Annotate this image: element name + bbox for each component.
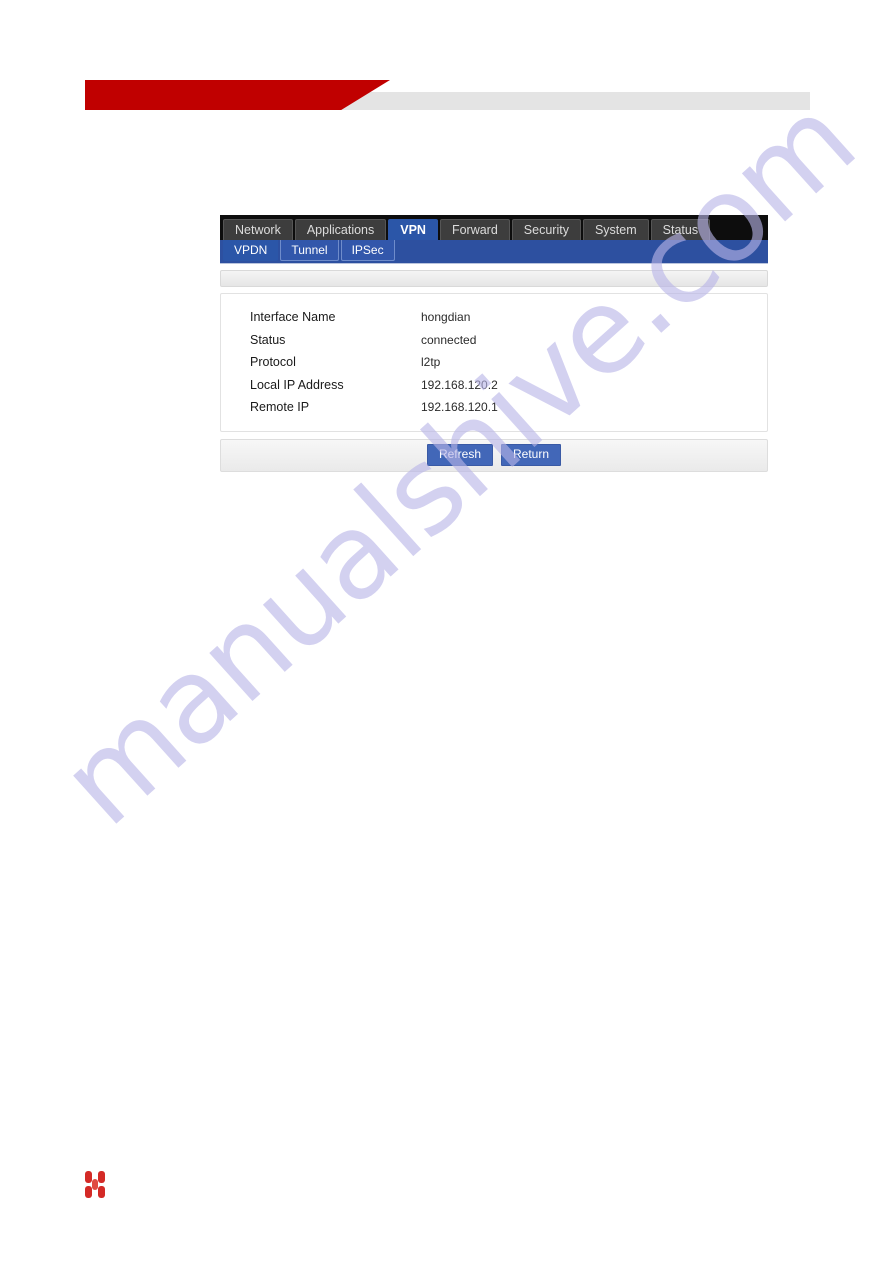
tab-status[interactable]: Status bbox=[650, 219, 711, 240]
panel-titlebar bbox=[220, 270, 768, 287]
tab-network[interactable]: Network bbox=[223, 219, 293, 240]
primary-navigation-bar: Network Applications VPN Forward Securit… bbox=[220, 215, 768, 240]
hongdian-logo-icon bbox=[85, 1171, 111, 1201]
row-value-local-ip-address: 192.168.120.2 bbox=[421, 377, 498, 392]
tab-system[interactable]: System bbox=[582, 219, 649, 240]
logo-bar-top-right bbox=[98, 1171, 105, 1183]
subtab-vpdn[interactable]: VPDN bbox=[223, 240, 279, 261]
tab-applications-label: Applications bbox=[306, 223, 375, 237]
row-label-remote-ip: Remote IP bbox=[250, 400, 310, 415]
row-value-protocol: l2tp bbox=[421, 355, 441, 370]
refresh-button-label: Refresh bbox=[438, 447, 481, 461]
tab-forward-label: Forward bbox=[451, 223, 498, 237]
logo-bar-bottom-left bbox=[85, 1186, 92, 1198]
table-row: Remote IP 192.168.120.1 bbox=[221, 396, 767, 419]
tab-network-label: Network bbox=[235, 223, 281, 237]
table-row: Status connected bbox=[221, 329, 767, 352]
tab-vpn-label: VPN bbox=[400, 223, 426, 237]
tab-status-label: Status bbox=[662, 223, 699, 237]
tab-security-label: Security bbox=[523, 223, 569, 237]
tab-vpn[interactable]: VPN bbox=[388, 219, 438, 240]
tab-security[interactable]: Security bbox=[511, 219, 581, 240]
tab-applications[interactable]: Applications bbox=[294, 219, 387, 240]
refresh-button[interactable]: Refresh bbox=[426, 444, 493, 466]
subtab-vpdn-label: VPDN bbox=[234, 243, 268, 257]
tab-forward[interactable]: Forward bbox=[439, 219, 510, 240]
row-value-status: connected bbox=[421, 332, 477, 347]
subtab-tunnel[interactable]: Tunnel bbox=[280, 240, 339, 261]
secondary-navigation-bar: VPDN Tunnel IPSec bbox=[220, 240, 768, 264]
row-value-interface-name: hongdian bbox=[421, 310, 471, 325]
subtab-ipsec-label: IPSec bbox=[351, 243, 384, 257]
content-region: Interface Name hongdian Status connected… bbox=[220, 264, 768, 472]
logo-bar-top-left bbox=[85, 1171, 92, 1183]
subtab-tunnel-label: Tunnel bbox=[291, 243, 328, 257]
subtab-ipsec[interactable]: IPSec bbox=[340, 240, 395, 261]
table-row: Protocol l2tp bbox=[221, 351, 767, 374]
action-bar: Refresh Return bbox=[220, 438, 768, 472]
header-red-banner bbox=[85, 80, 390, 110]
vpdn-status-panel: Interface Name hongdian Status connected… bbox=[220, 293, 768, 432]
page-header-banner bbox=[0, 0, 893, 130]
tab-system-label: System bbox=[594, 223, 637, 237]
row-label-status: Status bbox=[250, 332, 286, 347]
table-row: Interface Name hongdian bbox=[221, 306, 767, 329]
return-button-label: Return bbox=[513, 447, 550, 461]
logo-bar-bottom-right bbox=[98, 1186, 105, 1198]
router-web-ui: Network Applications VPN Forward Securit… bbox=[220, 215, 768, 480]
row-label-local-ip-address: Local IP Address bbox=[250, 377, 344, 392]
row-label-protocol: Protocol bbox=[250, 355, 296, 370]
row-label-interface-name: Interface Name bbox=[250, 310, 336, 325]
return-button[interactable]: Return bbox=[501, 444, 562, 466]
row-value-remote-ip: 192.168.120.1 bbox=[421, 400, 498, 415]
table-row: Local IP Address 192.168.120.2 bbox=[221, 374, 767, 397]
